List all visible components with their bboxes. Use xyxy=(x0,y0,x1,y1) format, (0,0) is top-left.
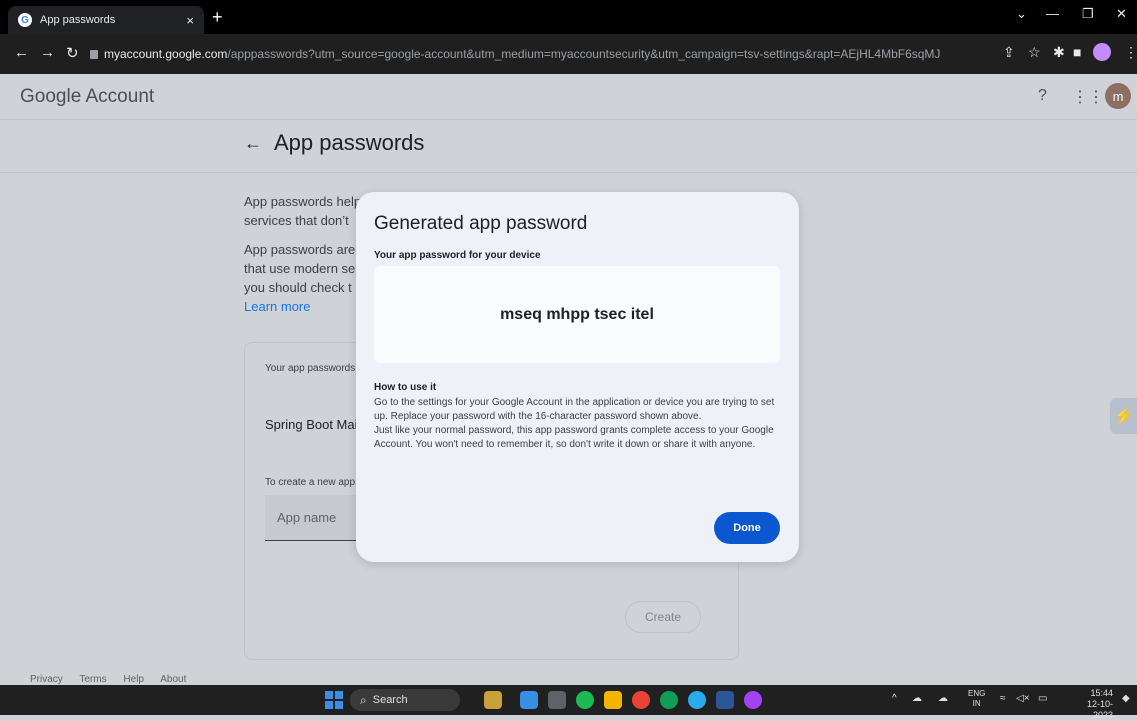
tab-search-chevron-icon[interactable]: ⌄ xyxy=(1016,6,1027,22)
url-path: /apppasswords?utm_source=google-account&… xyxy=(227,47,940,61)
how-to-use-text: Go to the settings for your Google Accou… xyxy=(374,397,775,450)
onedrive-icon[interactable]: ☁ xyxy=(912,693,922,704)
footer-links: Privacy Terms Help About xyxy=(30,674,200,685)
address-bar[interactable]: myaccount.google.com/apppasswords?utm_so… xyxy=(90,42,940,66)
your-app-passwords-label: Your app passwords xyxy=(265,363,356,374)
browser-menu-icon[interactable]: ⋮ xyxy=(1124,44,1137,61)
widgets-icon[interactable] xyxy=(484,691,502,709)
back-arrow-icon[interactable]: ← xyxy=(244,133,262,153)
page-title: App passwords xyxy=(274,130,425,155)
done-button[interactable]: Done xyxy=(714,512,780,544)
tab-title: App passwords xyxy=(40,14,116,26)
language-indicator[interactable]: ENG IN xyxy=(968,689,985,709)
how-to-use-title: How to use it xyxy=(374,382,437,393)
chrome-icon[interactable] xyxy=(632,691,650,709)
app-name-input[interactable]: App name xyxy=(265,495,365,541)
wifi-icon[interactable]: ≈ xyxy=(1000,693,1006,704)
explorer-app-icon[interactable] xyxy=(548,691,566,709)
chrome-profile-icon[interactable] xyxy=(744,691,762,709)
learn-more-link[interactable]: Learn more xyxy=(244,299,310,314)
telegram-icon[interactable] xyxy=(688,691,706,709)
file-explorer-icon[interactable] xyxy=(604,691,622,709)
privacy-link[interactable]: Privacy xyxy=(30,674,63,685)
lock-icon xyxy=(90,50,98,59)
password-box: mseq mhpp tsec itel xyxy=(374,266,780,363)
forward-arrow-icon[interactable]: → xyxy=(40,44,55,61)
taskbar-clock[interactable]: 15:44 12-10-2023 xyxy=(1068,688,1113,721)
word-icon[interactable] xyxy=(716,691,734,709)
create-new-app-label: To create a new app xyxy=(265,477,356,488)
new-tab-button[interactable]: + xyxy=(212,7,223,27)
onedrive-business-icon[interactable]: ☁ xyxy=(938,693,948,704)
help-link[interactable]: Help xyxy=(123,674,144,685)
avatar[interactable]: m xyxy=(1105,83,1131,109)
apps-grid-icon[interactable]: ⋮⋮ xyxy=(1072,87,1104,107)
dialog-subtitle: Your app password for your device xyxy=(374,250,541,261)
tab-close-icon[interactable]: × xyxy=(186,13,194,28)
spotify-icon[interactable] xyxy=(576,691,594,709)
url-host: myaccount.google.com xyxy=(104,47,228,61)
windows-start-icon[interactable] xyxy=(325,691,343,709)
page-title-row: ← App passwords xyxy=(244,130,424,156)
speaker-muted-icon[interactable]: ◁× xyxy=(1016,693,1030,704)
share-icon[interactable]: ⇪ xyxy=(1003,44,1015,61)
bookmark-star-icon[interactable]: ☆ xyxy=(1028,44,1041,61)
extensions-puzzle-icon[interactable]: ✱ xyxy=(1053,44,1065,61)
browser-tab-bar: G App passwords × + ⌄ — ❐ ✕ xyxy=(0,0,1137,34)
about-link[interactable]: About xyxy=(160,674,186,685)
app-password-entry: Spring Boot Mai xyxy=(265,417,358,432)
tray-chevron-icon[interactable]: ^ xyxy=(892,693,897,704)
search-icon: ⌕ xyxy=(360,692,367,707)
google-account-logo[interactable]: Google Account xyxy=(20,86,154,108)
generated-password: mseq mhpp tsec itel xyxy=(500,305,654,323)
browser-toolbar: ← → ↻ myaccount.google.com/apppasswords?… xyxy=(0,34,1137,74)
notification-icon[interactable]: ◆ xyxy=(1122,693,1130,704)
side-panel-icon[interactable]: ■ xyxy=(1073,44,1081,60)
generated-password-dialog: Generated app password Your app password… xyxy=(356,192,799,562)
close-window-icon[interactable]: ✕ xyxy=(1116,6,1127,22)
edge-icon[interactable] xyxy=(660,691,678,709)
header-divider xyxy=(0,172,1137,173)
dialog-title: Generated app password xyxy=(374,213,588,234)
google-account-header: Google Account ? ⋮⋮ m xyxy=(0,74,1137,120)
battery-icon[interactable]: ▭ xyxy=(1038,693,1047,704)
side-widget-icon[interactable]: ⚡ xyxy=(1110,398,1137,434)
minimize-icon[interactable]: — xyxy=(1046,6,1059,21)
task-view-icon[interactable] xyxy=(520,691,538,709)
back-arrow-icon[interactable]: ← xyxy=(14,44,29,61)
help-icon[interactable]: ? xyxy=(1038,87,1047,105)
taskbar-search[interactable]: ⌕ Search xyxy=(350,689,460,711)
google-favicon-icon: G xyxy=(18,13,32,27)
browser-tab[interactable]: G App passwords × xyxy=(8,6,204,34)
terms-link[interactable]: Terms xyxy=(79,674,106,685)
restore-icon[interactable]: ❐ xyxy=(1082,6,1094,22)
windows-taskbar: ⌕ Search ^ ☁ ☁ ENG IN ≈ ◁× ▭ 15:44 12-10-20… xyxy=(0,685,1137,720)
create-button[interactable]: Create xyxy=(625,601,701,633)
reload-icon[interactable]: ↻ xyxy=(66,44,79,62)
profile-extension-icon[interactable] xyxy=(1093,43,1111,61)
